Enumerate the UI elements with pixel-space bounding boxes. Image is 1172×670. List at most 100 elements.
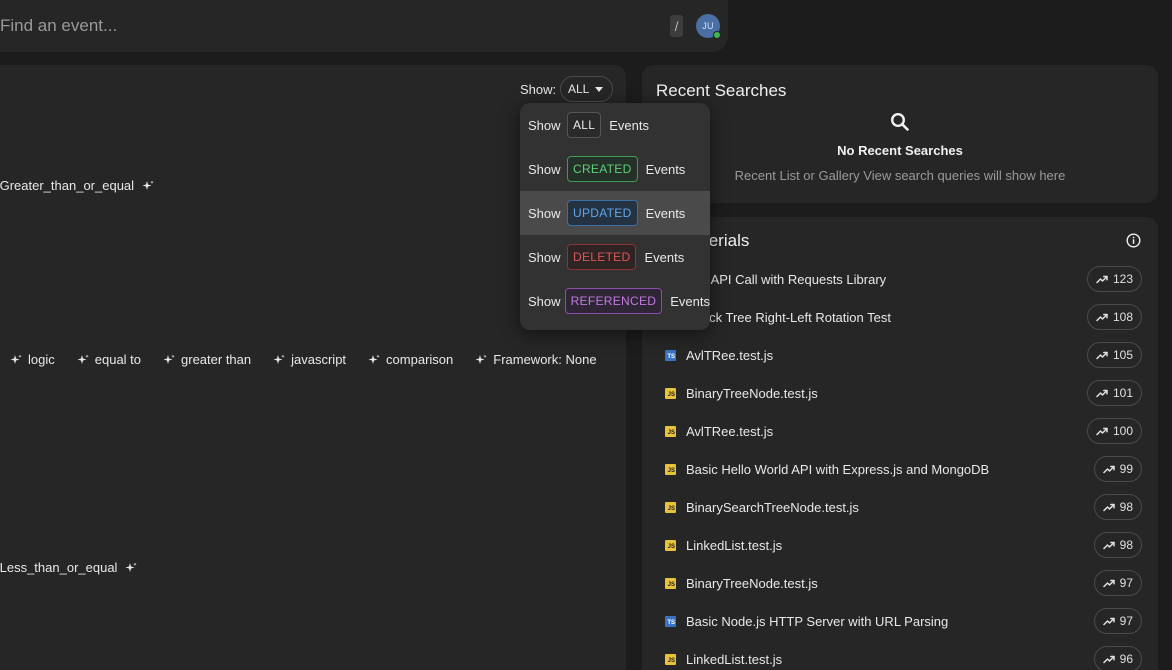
sparkle-icon — [10, 354, 22, 364]
material-name: Basic Hello World API with Express.js an… — [686, 462, 990, 477]
material-item[interactable]: JS AvlTRee.test.js 100 — [642, 413, 1158, 451]
filter-option-referenced[interactable]: Show REFERENCED Events — [520, 279, 710, 323]
material-name: BinaryTreeNode.test.js — [686, 576, 818, 591]
material-item[interactable]: JS BinarySearchTreeNode.test.js 98 — [642, 489, 1158, 527]
event-title[interactable]: /Less_than_or_equal — [0, 560, 138, 575]
filter-option-created[interactable]: Show CREATED Events — [520, 147, 710, 191]
material-item[interactable]: JS Basic Hello World API with Express.js … — [642, 451, 1158, 489]
material-name: AvlTRee.test.js — [686, 424, 774, 439]
search-shortcut-key: / — [670, 15, 683, 37]
usage-count-badge[interactable]: 108 — [1086, 304, 1142, 330]
filter-option-prefix: Show — [528, 249, 561, 265]
javascript-file-icon: JS — [665, 502, 676, 513]
tag-chip[interactable]: logic — [10, 352, 55, 367]
tag-chip[interactable]: comparison — [368, 352, 453, 367]
sparkle-icon — [273, 354, 285, 364]
search-bar: / JU — [0, 0, 728, 52]
event-title[interactable]: /Greater_than_or_equal — [0, 178, 154, 193]
sparkle-icon — [77, 354, 89, 364]
usage-count: 101 — [1112, 386, 1133, 400]
javascript-file-icon: JS — [665, 388, 676, 399]
tag-chip[interactable]: greater than — [163, 352, 251, 367]
usage-count-badge[interactable]: 98 — [1093, 532, 1142, 558]
material-item[interactable]: hon API Call with Requests Library 123 — [642, 261, 1158, 299]
tag-chip[interactable]: Framework: None — [475, 352, 597, 367]
show-filter-value: ALL — [568, 82, 590, 96]
trending-up-icon — [1096, 427, 1108, 436]
event-title-text: /Greater_than_or_equal — [0, 178, 135, 193]
event-filter-dropdown: Show ALL Events Show CREATED Events Show UPDATE… — [520, 103, 710, 330]
usage-count-badge[interactable]: 123 — [1086, 266, 1142, 292]
typescript-file-icon: TS — [665, 350, 676, 361]
usage-count: 97 — [1119, 614, 1133, 628]
material-name: hon API Call with Requests Library — [686, 272, 887, 287]
online-status-dot — [713, 31, 721, 39]
filter-option-suffix: Events — [645, 161, 686, 177]
tag-label: greater than — [181, 352, 252, 367]
event-type-chip: DELETED — [567, 244, 637, 270]
trending-up-icon — [1102, 503, 1115, 512]
tag-label: Framework: None — [493, 352, 597, 367]
event-type-chip: REFERENCED — [564, 288, 663, 314]
tag-label: logic — [28, 352, 55, 367]
filter-option-all[interactable]: Show ALL Events — [520, 103, 710, 147]
material-item[interactable]: JS LinkedList.test.js 96 — [642, 641, 1158, 670]
trending-up-icon — [1102, 617, 1115, 626]
filter-option-deleted[interactable]: Show DELETED Events — [520, 235, 710, 279]
search-input[interactable] — [0, 14, 640, 38]
filter-option-suffix: Events — [670, 293, 710, 309]
material-item[interactable]: -Black Tree Right-Left Rotation Test 108 — [642, 299, 1158, 337]
usage-count-badge[interactable]: 99 — [1093, 456, 1142, 482]
sparkle-icon — [125, 562, 138, 572]
material-item[interactable]: JS BinaryTreeNode.test.js 97 — [642, 565, 1158, 603]
filter-option-prefix: Show — [528, 161, 561, 177]
caret-down-icon — [595, 87, 603, 92]
filter-option-suffix: Events — [609, 117, 650, 133]
usage-count-badge[interactable]: 98 — [1093, 494, 1142, 520]
material-item[interactable]: TS AvlTRee.test.js 105 — [642, 337, 1158, 375]
material-item[interactable]: JS LinkedList.test.js 98 — [642, 527, 1158, 565]
avatar[interactable]: JU — [696, 14, 721, 39]
show-filter-label: Show: — [520, 82, 557, 97]
filter-option-suffix: Events — [644, 249, 685, 265]
usage-count: 98 — [1119, 500, 1133, 514]
usage-count-badge[interactable]: 100 — [1086, 418, 1142, 444]
info-icon[interactable] — [1126, 233, 1141, 248]
materials-title: terials — [704, 231, 750, 250]
usage-count: 105 — [1112, 348, 1133, 362]
sparkle-icon — [163, 354, 175, 364]
usage-count: 123 — [1112, 272, 1133, 286]
recent-searches-title: Recent Searches — [656, 81, 787, 100]
filter-option-prefix: Show — [528, 293, 561, 309]
event-type-chip: UPDATED — [567, 200, 638, 226]
usage-count-badge[interactable]: 105 — [1086, 342, 1142, 368]
usage-count-badge[interactable]: 96 — [1093, 646, 1142, 670]
javascript-file-icon: JS — [665, 426, 676, 437]
material-name: LinkedList.test.js — [686, 538, 783, 553]
filter-option-prefix: Show — [528, 205, 561, 221]
javascript-file-icon: JS — [665, 464, 676, 475]
filter-option-prefix: Show — [528, 117, 561, 133]
material-item[interactable]: JS BinaryTreeNode.test.js 101 — [642, 375, 1158, 413]
show-filter-select[interactable]: ALL — [560, 76, 613, 102]
event-tags: logic equal to greater than javascript c… — [10, 352, 597, 367]
tag-chip[interactable]: javascript — [273, 352, 346, 367]
usage-count-badge[interactable]: 97 — [1093, 608, 1142, 634]
event-type-chip: ALL — [567, 112, 602, 138]
avatar-initials: JU — [702, 21, 714, 31]
filter-option-updated[interactable]: Show UPDATED Events — [520, 191, 710, 235]
usage-count-badge[interactable]: 101 — [1086, 380, 1142, 406]
trending-up-icon — [1102, 465, 1115, 474]
usage-count: 96 — [1119, 652, 1133, 666]
trending-up-icon — [1096, 389, 1108, 398]
material-item[interactable]: TS Basic Node.js HTTP Server with URL Par… — [642, 603, 1158, 641]
materials-panel: terials hon API Call with Requests Libra… — [642, 217, 1158, 670]
tag-label: equal to — [94, 352, 142, 367]
usage-count-badge[interactable]: 97 — [1093, 570, 1142, 596]
empty-state-subtitle: Recent List or Gallery View search queri… — [734, 168, 1066, 183]
tag-label: comparison — [386, 352, 454, 367]
material-name: -Black Tree Right-Left Rotation Test — [686, 310, 891, 325]
javascript-file-icon: JS — [665, 578, 676, 589]
filter-option-suffix: Events — [645, 205, 686, 221]
tag-chip[interactable]: equal to — [77, 352, 141, 367]
